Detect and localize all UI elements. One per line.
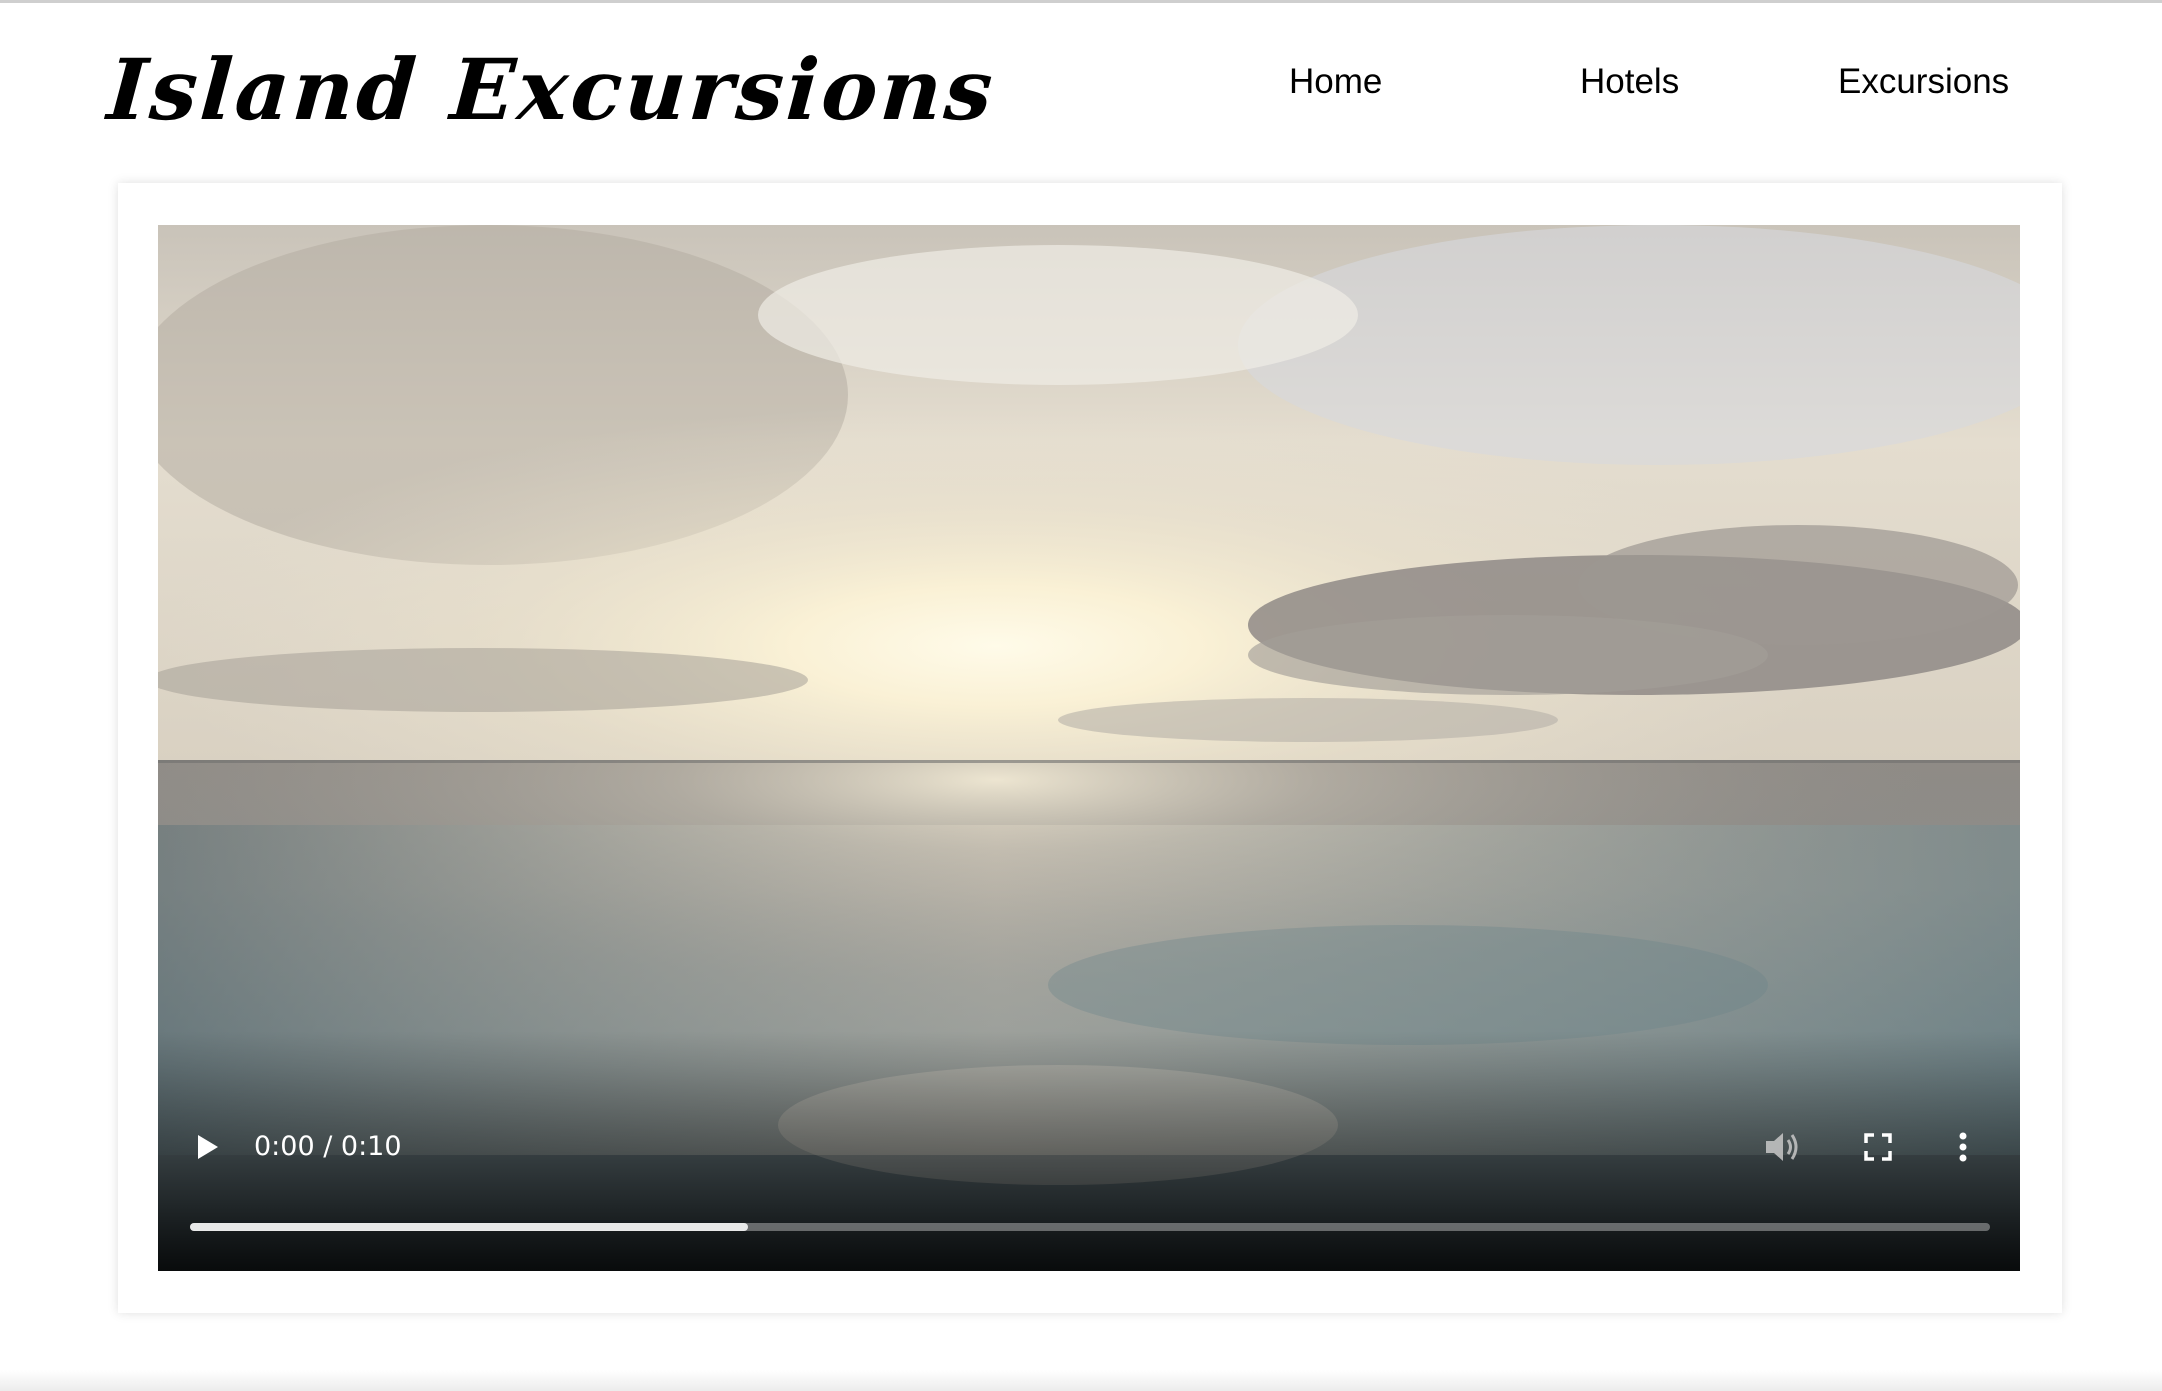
volume-icon <box>1766 1133 1798 1161</box>
video-card: 0:00 / 0:10 <box>118 183 2062 1313</box>
fullscreen-icon <box>1864 1133 1892 1161</box>
more-options-icon <box>1959 1132 1967 1162</box>
play-button[interactable] <box>186 1127 226 1167</box>
time-display: 0:00 / 0:10 <box>254 1131 402 1162</box>
top-border <box>0 0 2162 3</box>
fullscreen-button[interactable] <box>1858 1127 1898 1167</box>
more-options-button[interactable] <box>1948 1125 1978 1169</box>
nav-link-excursions[interactable]: Excursions <box>1838 60 2009 104</box>
play-icon <box>198 1135 218 1159</box>
video-player[interactable]: 0:00 / 0:10 <box>158 225 2020 1271</box>
mute-button[interactable] <box>1760 1125 1804 1169</box>
nav-link-home[interactable]: Home <box>1289 60 1382 104</box>
seek-bar[interactable] <box>190 1223 1990 1231</box>
nav-link-hotels[interactable]: Hotels <box>1580 60 1679 104</box>
buffered-bar <box>190 1223 748 1231</box>
site-logo-title[interactable]: Island Excursions <box>105 40 999 139</box>
controls-overlay <box>158 1031 2020 1271</box>
page-bottom-edge <box>0 1370 2162 1391</box>
